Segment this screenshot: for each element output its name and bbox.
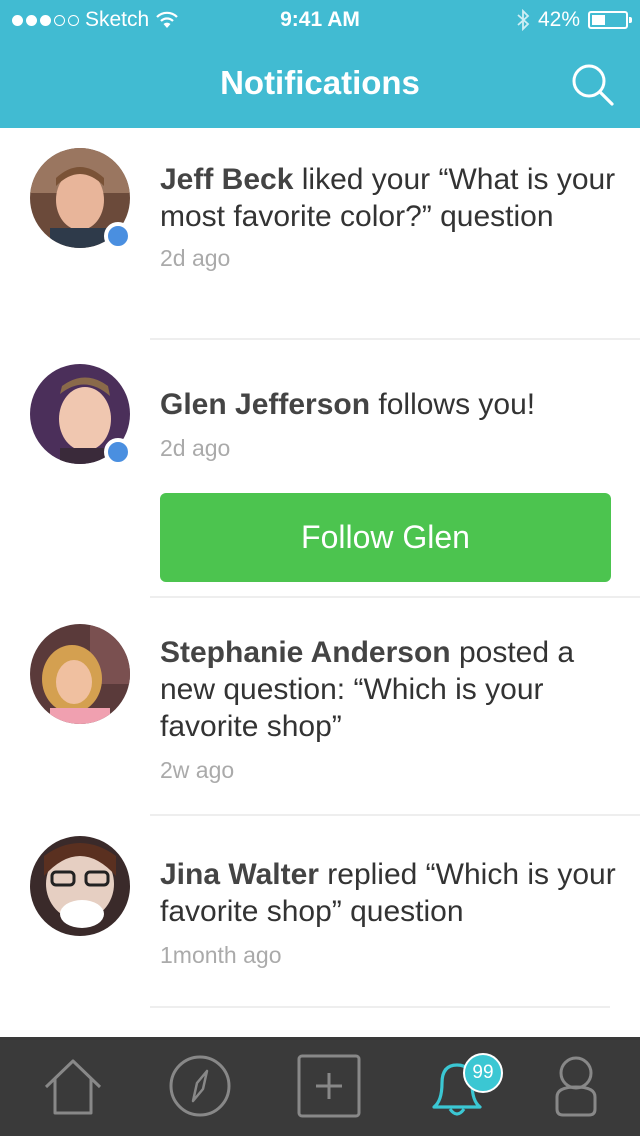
status-right: 42% xyxy=(516,8,632,32)
notification-user[interactable]: Stephanie Anderson xyxy=(160,636,451,669)
bluetooth-icon xyxy=(517,9,530,31)
avatar[interactable] xyxy=(30,148,132,250)
notification-item[interactable]: Glen Jefferson follows you! 2d ago Follo… xyxy=(0,340,640,598)
avatar[interactable] xyxy=(30,836,130,936)
notification-text: Jeff Beck liked your “What is your most … xyxy=(160,163,616,233)
page-title: Notifications xyxy=(220,64,420,101)
notification-time: 1month ago xyxy=(160,942,282,968)
online-indicator xyxy=(104,222,132,250)
profile-icon[interactable] xyxy=(543,1053,609,1119)
online-indicator xyxy=(104,438,132,466)
notification-list: Jeff Beck liked your “What is your most … xyxy=(0,128,640,1008)
divider xyxy=(150,1006,610,1008)
notification-time: 2d ago xyxy=(160,435,231,461)
notification-item[interactable]: Stephanie Anderson posted a new question… xyxy=(0,598,640,816)
notification-item[interactable]: Jeff Beck liked your “What is your most … xyxy=(0,128,640,340)
notification-user[interactable]: Jina Walter xyxy=(160,858,319,891)
avatar-photo xyxy=(30,836,130,936)
home-icon[interactable] xyxy=(40,1053,106,1119)
battery-icon xyxy=(588,11,632,29)
search-icon[interactable] xyxy=(570,62,616,108)
compass-icon[interactable] xyxy=(167,1053,233,1119)
add-icon[interactable] xyxy=(296,1053,362,1119)
notification-time: 2d ago xyxy=(160,245,231,271)
notification-text: Jina Walter replied “Which is your favor… xyxy=(160,858,616,928)
battery-percent: 42% xyxy=(537,8,580,31)
avatar[interactable] xyxy=(30,624,130,724)
notification-text: Glen Jefferson follows you! xyxy=(160,388,536,421)
notification-badge: 99 xyxy=(463,1053,503,1093)
header: Notifications xyxy=(0,40,640,128)
status-bar: Sketch 9:41 AM 42% xyxy=(0,0,640,40)
follow-button[interactable]: Follow Glen xyxy=(160,493,611,582)
avatar[interactable] xyxy=(30,364,132,466)
notification-text: Stephanie Anderson posted a new question… xyxy=(160,636,575,743)
notification-user[interactable]: Jeff Beck xyxy=(160,163,293,196)
tab-bar xyxy=(0,1037,640,1136)
notification-user[interactable]: Glen Jefferson xyxy=(160,388,370,421)
notification-time: 2w ago xyxy=(160,757,235,783)
avatar-photo xyxy=(30,624,130,724)
notification-item[interactable]: Jina Walter replied “Which is your favor… xyxy=(0,816,640,1008)
